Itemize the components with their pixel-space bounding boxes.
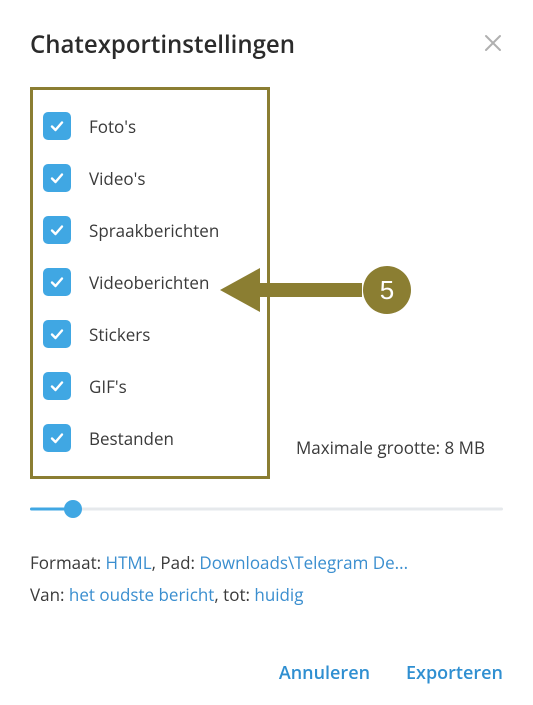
option-label: Videoberichten	[89, 271, 209, 294]
option-label: Stickers	[89, 323, 150, 346]
from-link[interactable]: het oudste bericht	[69, 583, 214, 606]
option-files[interactable]: Bestanden	[39, 412, 253, 464]
from-prefix: Van:	[30, 583, 69, 606]
checkbox-stickers[interactable]	[43, 320, 71, 348]
slider-thumb[interactable]	[64, 500, 82, 518]
modal-footer: Annuleren Exporteren	[279, 661, 503, 685]
checkbox-videos[interactable]	[43, 164, 71, 192]
size-slider[interactable]	[30, 499, 503, 519]
export-info: Formaat: HTML, Pad: Downloads\Telegram D…	[30, 547, 503, 612]
option-label: Bestanden	[89, 427, 174, 450]
checkbox-voice-messages[interactable]	[43, 216, 71, 244]
option-label: Video's	[89, 167, 145, 190]
option-stickers[interactable]: Stickers	[39, 308, 253, 360]
chat-export-settings-modal: Chatexportinstellingen Foto's Video's	[0, 0, 533, 705]
max-size-label: Maximale grootte: 8 MB	[296, 436, 485, 479]
modal-header: Chatexportinstellingen	[30, 28, 503, 61]
checkbox-files[interactable]	[43, 424, 71, 452]
checkbox-gifs[interactable]	[43, 372, 71, 400]
path-prefix: , Pad:	[152, 551, 200, 574]
option-photos[interactable]: Foto's	[39, 100, 253, 152]
format-prefix: Formaat:	[30, 551, 106, 574]
to-prefix: , tot:	[214, 583, 254, 606]
checkbox-photos[interactable]	[43, 112, 71, 140]
path-link[interactable]: Downloads\Telegram De...	[199, 551, 408, 574]
option-video-messages[interactable]: Videoberichten	[39, 256, 253, 308]
option-label: Foto's	[89, 115, 136, 138]
modal-title: Chatexportinstellingen	[30, 28, 295, 61]
option-voice-messages[interactable]: Spraakberichten	[39, 204, 253, 256]
format-link[interactable]: HTML	[106, 551, 152, 574]
option-gifs[interactable]: GIF's	[39, 360, 253, 412]
option-label: Spraakberichten	[89, 219, 219, 242]
cancel-button[interactable]: Annuleren	[279, 661, 370, 685]
close-icon[interactable]	[483, 33, 503, 57]
export-button[interactable]: Exporteren	[406, 661, 503, 685]
option-videos[interactable]: Video's	[39, 152, 253, 204]
to-link[interactable]: huidig	[254, 583, 303, 606]
checkbox-video-messages[interactable]	[43, 268, 71, 296]
option-label: GIF's	[89, 375, 127, 398]
slider-track	[30, 508, 503, 511]
media-options-highlight-box: Foto's Video's Spraakberichten Videoberi…	[30, 87, 270, 479]
